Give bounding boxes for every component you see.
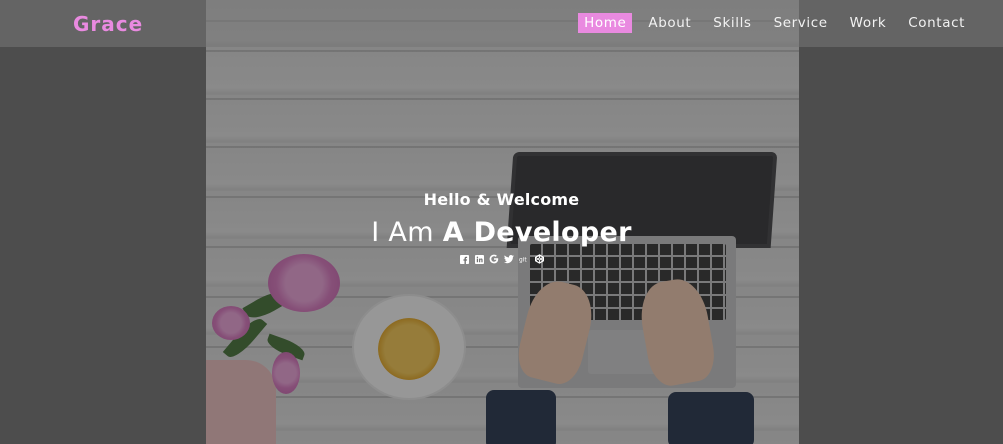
codepen-icon[interactable] (534, 254, 544, 264)
headline-role: A Developer (442, 217, 632, 248)
nav-item-contact[interactable]: Contact (902, 13, 971, 33)
page: Grace Home About Skills Service Work Con… (0, 0, 1003, 444)
social-links: git (0, 254, 1003, 264)
twitter-icon[interactable] (504, 254, 514, 264)
nav-item-work[interactable]: Work (844, 13, 893, 33)
nav-item-service[interactable]: Service (768, 13, 834, 33)
svg-text:git: git (519, 258, 527, 264)
headline-prefix: I Am (371, 217, 434, 248)
brand-logo[interactable]: Grace (73, 12, 143, 36)
facebook-icon[interactable] (459, 254, 469, 264)
hero-headline: I Am A Developer (0, 217, 1003, 248)
git-icon[interactable]: git (519, 254, 529, 264)
nav-item-home[interactable]: Home (578, 13, 633, 33)
hero-greeting: Hello & Welcome (423, 190, 580, 209)
google-icon[interactable] (489, 254, 499, 264)
nav-item-about[interactable]: About (642, 13, 697, 33)
nav-item-skills[interactable]: Skills (707, 13, 757, 33)
nav-menu: Home About Skills Service Work Contact (568, 13, 971, 33)
linkedin-icon[interactable] (474, 254, 484, 264)
hero-content: Hello & Welcome I Am A Developer git (0, 190, 1003, 264)
top-navbar: Grace Home About Skills Service Work Con… (0, 0, 1003, 47)
